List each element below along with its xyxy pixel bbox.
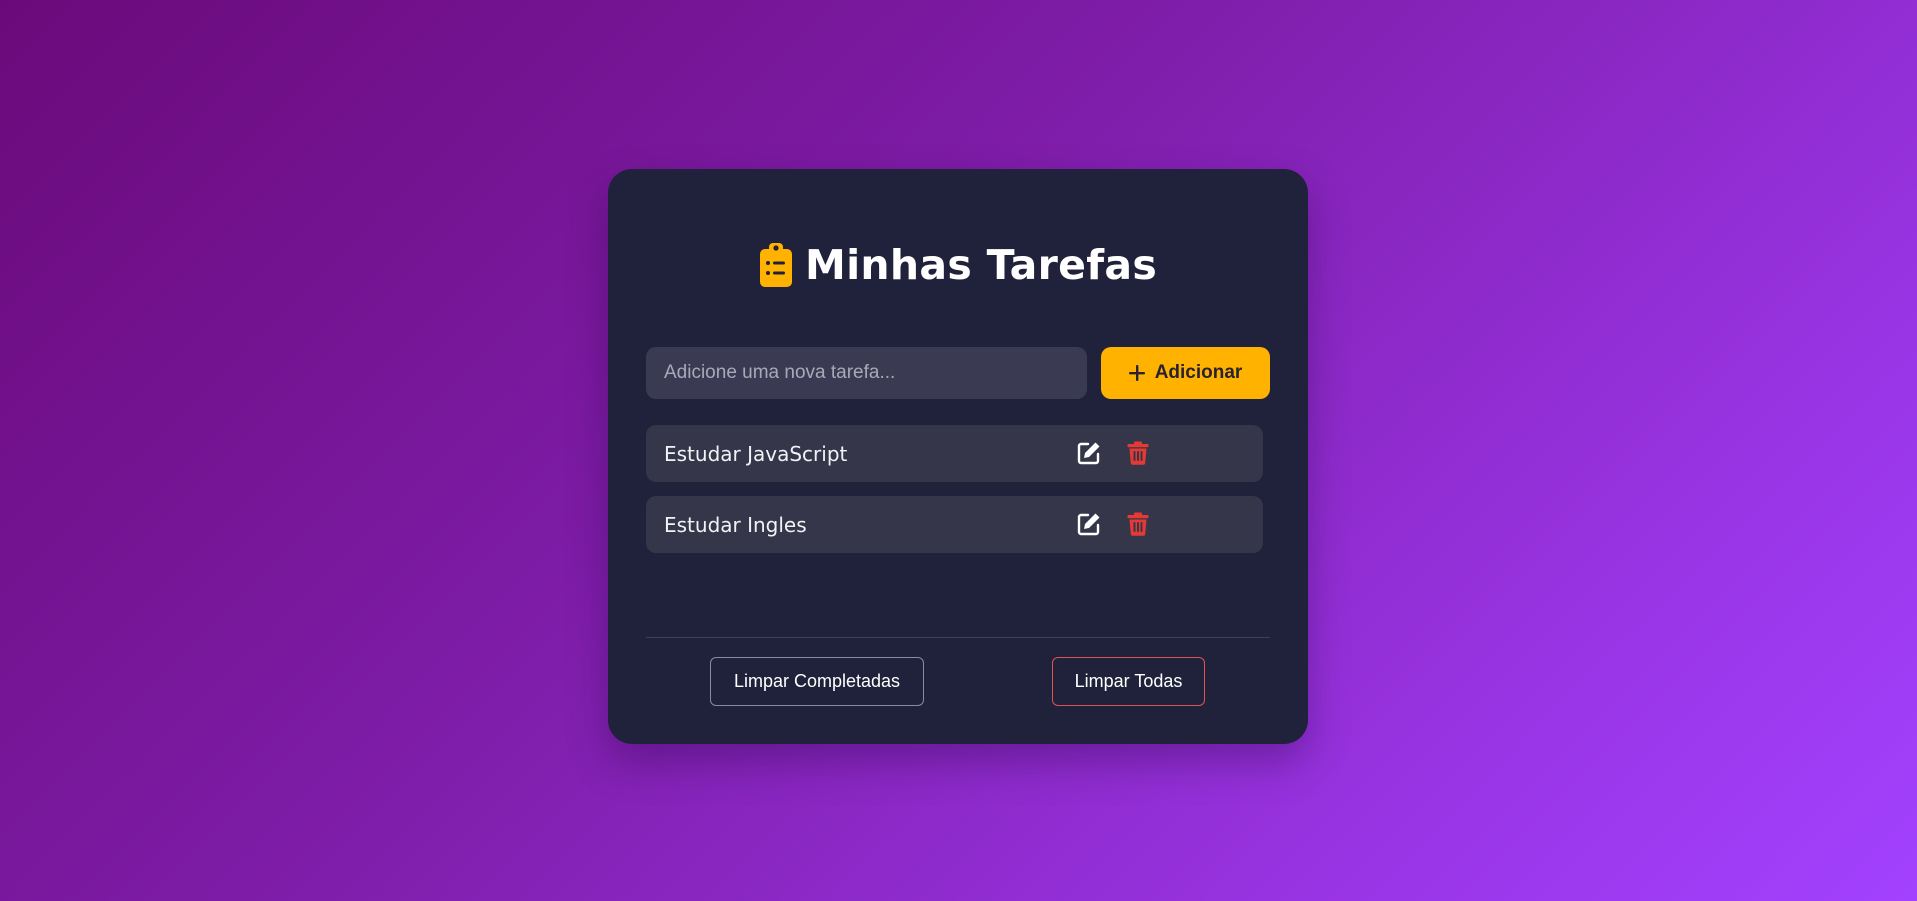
edit-task-button[interactable]	[1075, 510, 1103, 538]
delete-task-button[interactable]	[1124, 510, 1152, 538]
page-title: Minhas Tarefas	[804, 241, 1158, 289]
delete-task-button[interactable]	[1124, 439, 1152, 467]
todo-card: Minhas Tarefas Adicionar Estudar JavaScr…	[608, 169, 1308, 744]
app-header: Minhas Tarefas	[608, 239, 1308, 291]
edit-icon	[1077, 442, 1100, 465]
task-text[interactable]: Estudar Ingles	[664, 513, 807, 537]
new-task-input[interactable]	[646, 347, 1087, 399]
task-item[interactable]: Estudar JavaScript	[646, 425, 1263, 482]
footer-divider	[646, 637, 1270, 638]
edit-icon	[1077, 513, 1100, 536]
task-item[interactable]: Estudar Ingles	[646, 496, 1263, 553]
new-task-row: Adicionar	[646, 347, 1270, 399]
edit-task-button[interactable]	[1075, 439, 1103, 467]
task-list: Estudar JavaScript Estudar Ingles	[646, 425, 1263, 567]
add-task-button[interactable]: Adicionar	[1101, 347, 1270, 399]
plus-icon	[1128, 365, 1145, 381]
clear-all-button[interactable]: Limpar Todas	[1052, 657, 1205, 706]
clipboard-list-icon	[759, 243, 792, 287]
task-text[interactable]: Estudar JavaScript	[664, 442, 847, 466]
trash-icon	[1127, 441, 1149, 465]
add-task-label: Adicionar	[1154, 362, 1243, 383]
trash-icon	[1127, 512, 1149, 536]
clear-completed-button[interactable]: Limpar Completadas	[710, 657, 924, 706]
